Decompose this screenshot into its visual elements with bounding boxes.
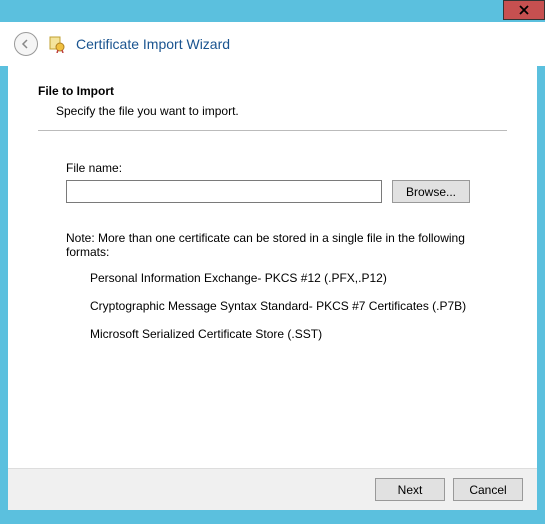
wizard-window: Certificate Import Wizard File to Import… [0, 0, 545, 524]
back-arrow-icon [20, 38, 32, 50]
back-button[interactable] [14, 32, 38, 56]
titlebar [0, 0, 545, 22]
file-input-row: Browse... [66, 180, 507, 203]
wizard-header: Certificate Import Wizard [0, 22, 545, 66]
wizard-content: File to Import Specify the file you want… [8, 66, 537, 468]
format-list: Personal Information Exchange- PKCS #12 … [90, 271, 507, 341]
file-name-input[interactable] [66, 180, 382, 203]
browse-button[interactable]: Browse... [392, 180, 470, 203]
close-button[interactable] [503, 0, 545, 20]
section-description: Specify the file you want to import. [56, 104, 507, 118]
next-button[interactable]: Next [375, 478, 445, 501]
note-text: Note: More than one certificate can be s… [66, 231, 507, 259]
file-section: File name: Browse... Note: More than one… [66, 161, 507, 341]
section-title: File to Import [38, 84, 507, 98]
format-item: Microsoft Serialized Certificate Store (… [90, 327, 507, 341]
content-wrapper: File to Import Specify the file you want… [0, 66, 545, 518]
file-name-label: File name: [66, 161, 507, 175]
format-item: Cryptographic Message Syntax Standard- P… [90, 299, 507, 313]
close-icon [519, 5, 529, 15]
certificate-icon [48, 35, 66, 53]
format-item: Personal Information Exchange- PKCS #12 … [90, 271, 507, 285]
wizard-footer: Next Cancel [8, 468, 537, 510]
separator [38, 130, 507, 131]
wizard-title: Certificate Import Wizard [76, 36, 230, 52]
cancel-button[interactable]: Cancel [453, 478, 523, 501]
